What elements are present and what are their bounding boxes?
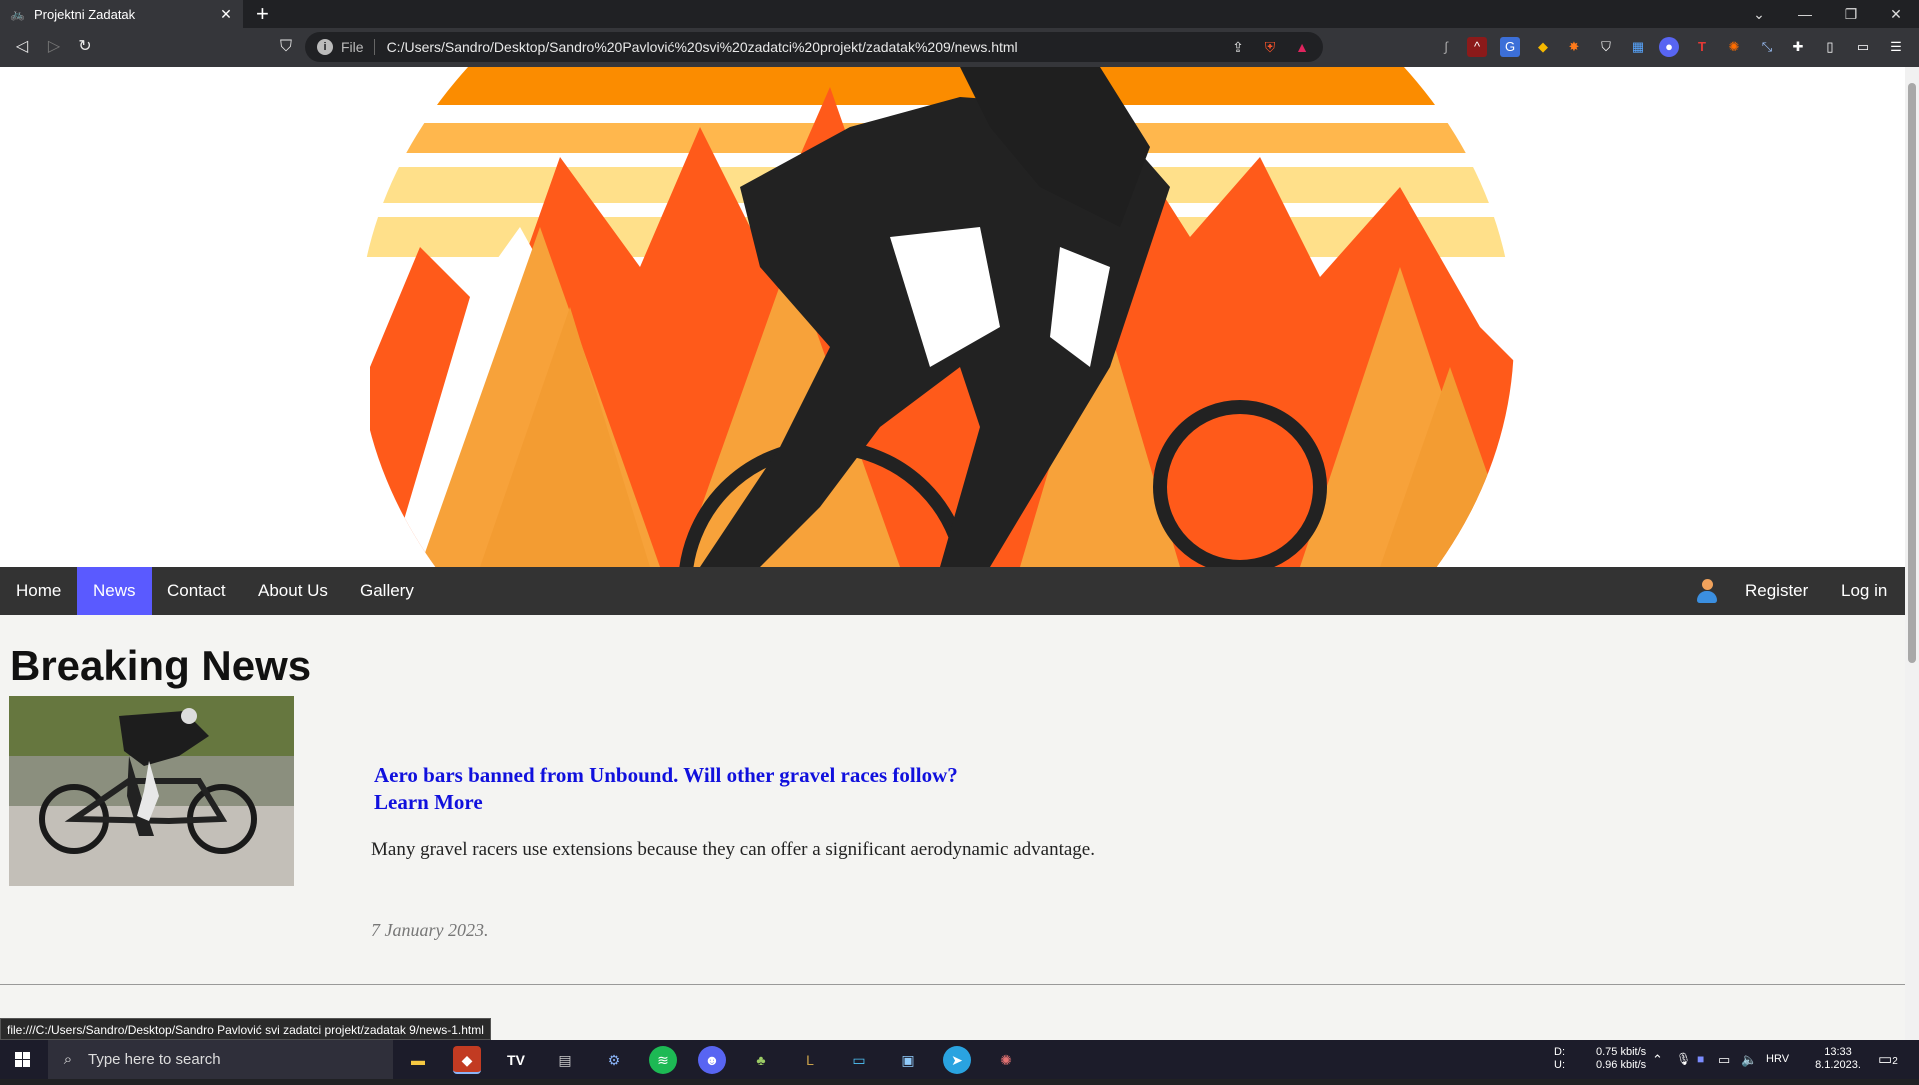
net-up-label: U: — [1554, 1059, 1565, 1071]
notification-count: 2 — [1892, 1056, 1898, 1067]
article-summary: Many gravel racers use extensions becaus… — [371, 839, 1095, 860]
nav-gallery[interactable]: Gallery — [344, 567, 430, 615]
bookmark-icon[interactable]: ⛉ — [275, 36, 297, 58]
page-title: Breaking News — [10, 642, 312, 689]
language-indicator[interactable]: HRV — [1766, 1040, 1789, 1079]
tray-chevron-icon[interactable]: ⌃ — [1652, 1040, 1663, 1079]
article-headline-link[interactable]: Aero bars banned from Unbound. Will othe… — [374, 762, 1174, 789]
page-viewport: Home News Contact About Us Gallery Regis… — [0, 67, 1905, 1040]
user-icon[interactable] — [1696, 579, 1718, 603]
spotify-icon[interactable]: ≋ — [649, 1046, 677, 1074]
learn-more-link[interactable]: Learn More — [374, 789, 1174, 816]
article-date: 7 January 2023. — [371, 920, 489, 940]
windows-taskbar: ⌕ Type here to search ▬ ◆ TV ▤ ⚙ ≋ ☻ ♣ L… — [0, 1040, 1919, 1079]
browser-titlebar: 🚲 Projektni Zadatak ✕ + ⌄ — ❐ ✕ — [0, 0, 1919, 28]
scrollbar-thumb[interactable] — [1908, 83, 1916, 663]
url-text[interactable]: C:/Users/Sandro/Desktop/Sandro%20Pavlovi… — [387, 39, 1227, 55]
share-icon[interactable]: ⇪ — [1227, 39, 1249, 56]
volume-icon[interactable]: 🔈 — [1741, 1040, 1757, 1079]
net-down-label: D: — [1554, 1046, 1565, 1058]
article-headline[interactable]: Aero bars banned from Unbound. Will othe… — [374, 762, 1174, 816]
url-scheme-label: File — [341, 39, 375, 55]
extension-icon[interactable]: ◆ — [1533, 37, 1553, 57]
browser-status-url: file:///C:/Users/Sandro/Desktop/Sandro P… — [0, 1018, 491, 1040]
league-of-legends-icon[interactable]: L — [796, 1046, 824, 1074]
extension-icon[interactable]: ✺ — [1724, 37, 1744, 57]
remote-desktop-icon[interactable]: ▭ — [845, 1046, 873, 1074]
clock[interactable]: 13:33 8.1.2023. — [1808, 1046, 1868, 1085]
article-thumbnail[interactable] — [9, 696, 294, 886]
file-explorer-icon[interactable]: ▬ — [404, 1046, 432, 1074]
close-tab-icon[interactable]: ✕ — [217, 6, 235, 23]
extension-icon[interactable]: ^ — [1467, 37, 1487, 57]
app-icon[interactable]: ▤ — [551, 1046, 579, 1074]
main-navbar: Home News Contact About Us Gallery Regis… — [0, 567, 1905, 615]
sidebar-icon[interactable]: ▯ — [1820, 37, 1840, 57]
browser-toolbar: ◁ ▷ ↻ ⛉ i File C:/Users/Sandro/Desktop/S… — [0, 28, 1919, 67]
extension-icon[interactable]: T — [1692, 37, 1712, 57]
new-tab-button[interactable]: + — [256, 2, 269, 26]
app-icon[interactable]: ✺ — [992, 1046, 1020, 1074]
minimize-button[interactable]: — — [1782, 0, 1828, 28]
nav-about-us[interactable]: About Us — [242, 567, 344, 615]
net-speed: 0.75 kbit/s 0.96 kbit/s — [1596, 1046, 1646, 1085]
search-icon: ⌕ — [63, 1051, 73, 1068]
restore-button[interactable]: ❐ — [1828, 0, 1874, 28]
cyclist-illustration — [358, 67, 1514, 567]
discord-icon[interactable]: ☻ — [698, 1046, 726, 1074]
translate-icon[interactable]: G — [1500, 37, 1520, 57]
back-icon[interactable]: ◁ — [11, 36, 33, 58]
tab-search-icon[interactable]: ⌄ — [1736, 0, 1782, 28]
bookmark-icon[interactable]: ⛉ — [1596, 37, 1616, 57]
net-up-speed: 0.96 kbit/s — [1596, 1059, 1647, 1071]
brave-rewards-icon[interactable]: ▲ — [1291, 39, 1313, 55]
nav-register[interactable]: Register — [1729, 567, 1824, 615]
cyclist-photo — [9, 696, 294, 886]
discord-tray-icon[interactable]: ■ — [1697, 1040, 1704, 1079]
extension-icon[interactable]: ⤡ — [1757, 37, 1777, 57]
telegram-icon[interactable]: ➤ — [943, 1046, 971, 1074]
bicycle-icon: 🚲 — [10, 7, 25, 21]
brave-browser-icon[interactable]: ◆ — [453, 1046, 481, 1074]
wallet-icon[interactable]: ▭ — [1853, 37, 1873, 57]
tradingview-icon[interactable]: TV — [502, 1046, 530, 1074]
net-labels: D: U: — [1554, 1046, 1565, 1085]
brave-shield-icon[interactable]: ⛨ — [1259, 39, 1281, 56]
clock-date: 8.1.2023. — [1815, 1059, 1861, 1071]
nav-home[interactable]: Home — [0, 567, 77, 615]
puzzle-icon[interactable]: ✚ — [1788, 37, 1808, 57]
article-divider — [0, 984, 1905, 985]
nav-contact[interactable]: Contact — [151, 567, 242, 615]
address-bar[interactable]: i File C:/Users/Sandro/Desktop/Sandro%20… — [305, 32, 1323, 62]
close-window-button[interactable]: ✕ — [1873, 0, 1919, 28]
notifications-icon[interactable]: ▭2 — [1878, 1040, 1898, 1079]
taskbar-search-placeholder: Type here to search — [88, 1051, 221, 1068]
network-icon[interactable]: ▭ — [1718, 1040, 1730, 1079]
tab-title: Projektni Zadatak — [34, 6, 136, 22]
apps-icon[interactable]: ▦ — [1628, 37, 1648, 57]
taskbar-search[interactable]: ⌕ Type here to search — [48, 1040, 393, 1079]
microphone-icon[interactable]: 🎙 — [1676, 1040, 1691, 1079]
extension-icon[interactable]: ✸ — [1564, 37, 1584, 57]
windows-start-button[interactable] — [0, 1040, 46, 1079]
steam-icon[interactable]: ⚙ — [600, 1046, 628, 1074]
reload-icon[interactable]: ↻ — [74, 36, 96, 58]
nav-login[interactable]: Log in — [1825, 567, 1903, 615]
page-scrollbar[interactable] — [1905, 67, 1919, 1040]
forward-icon[interactable]: ▷ — [43, 36, 65, 58]
extension-icon[interactable]: ∫ — [1436, 37, 1456, 57]
app-icon[interactable]: ▣ — [894, 1046, 922, 1074]
net-down-speed: 0.75 kbit/s — [1596, 1046, 1647, 1058]
nav-news[interactable]: News — [77, 567, 152, 615]
clock-time: 13:33 — [1824, 1046, 1852, 1058]
hero-banner-image — [0, 67, 1905, 567]
info-icon[interactable]: i — [317, 39, 333, 55]
app-icon[interactable]: ♣ — [747, 1046, 775, 1074]
browser-tab[interactable]: 🚲 Projektni Zadatak ✕ — [0, 0, 243, 28]
extension-icon[interactable]: ● — [1659, 37, 1679, 57]
menu-icon[interactable]: ☰ — [1886, 37, 1906, 57]
windows-logo-icon — [15, 1052, 30, 1067]
